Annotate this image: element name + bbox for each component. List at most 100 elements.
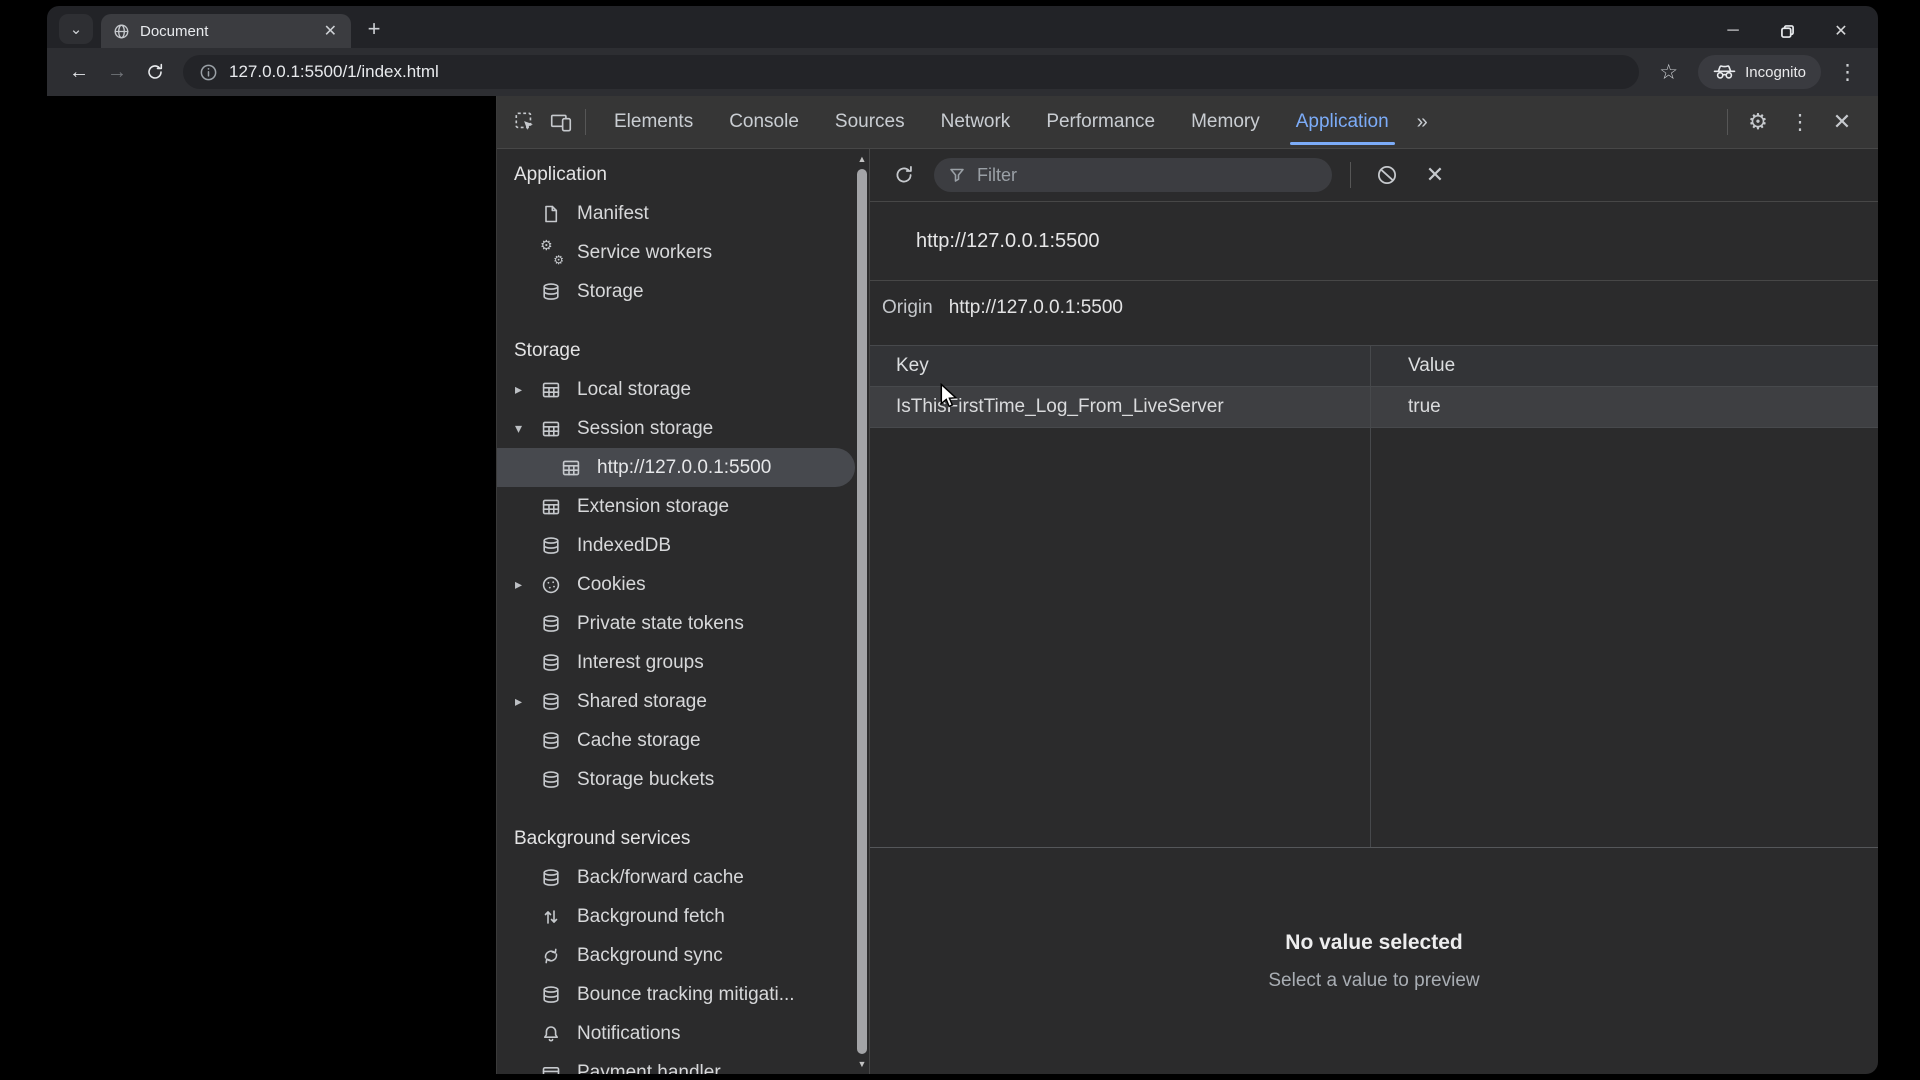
sidebar-item-indexeddb[interactable]: IndexedDB (497, 526, 869, 565)
clear-all-button[interactable] (1369, 157, 1405, 193)
restore-button[interactable] (1778, 22, 1796, 40)
scrollbar-thumb[interactable] (857, 169, 867, 1054)
tab-elements[interactable]: Elements (596, 96, 711, 148)
refresh-button[interactable] (886, 157, 922, 193)
inspect-element-button[interactable] (507, 104, 543, 140)
devtools-panel: Elements Console Sources Network Perform… (496, 96, 1878, 1074)
file-icon (539, 204, 563, 224)
tab-title: Document (140, 22, 209, 40)
browser-menu-button[interactable]: ⋮ (1831, 60, 1864, 85)
database-icon (539, 868, 563, 888)
more-tabs-button[interactable]: » (1407, 111, 1438, 134)
toolbar-separator (585, 109, 586, 135)
tab-search-button[interactable]: ⌄ (59, 14, 93, 44)
tab-console[interactable]: Console (711, 96, 817, 148)
table-row[interactable]: IsThisFirstTime_Log_From_LiveServer true (870, 387, 1878, 428)
scroll-down-arrow-icon[interactable]: ▼ (855, 1056, 869, 1072)
tab-application[interactable]: Application (1278, 96, 1407, 148)
application-sidebar: Application Manifest ⚙ ⚙ Service workers… (497, 149, 870, 1074)
browser-tab[interactable]: Document ✕ (101, 14, 351, 48)
tab-network[interactable]: Network (923, 96, 1029, 148)
new-tab-button[interactable]: + (359, 14, 389, 44)
bell-icon (539, 1024, 563, 1044)
address-bar[interactable]: 127.0.0.1:5500/1/index.html (183, 55, 1640, 89)
gears-icon: ⚙ ⚙ (540, 236, 564, 267)
sidebar-item-session-storage-origin[interactable]: http://127.0.0.1:5500 (497, 448, 855, 487)
card-icon (539, 1063, 563, 1074)
x-icon: ✕ (1425, 162, 1445, 187)
database-icon (539, 614, 563, 634)
delete-selected-button[interactable]: ✕ (1417, 157, 1453, 193)
sidebar-scrollbar[interactable]: ▲ ▼ (855, 149, 869, 1074)
preview-title: No value selected (1285, 930, 1463, 954)
close-window-button[interactable]: ✕ (1832, 22, 1850, 40)
device-toolbar-button[interactable] (543, 104, 579, 140)
sidebar-item-payment-handler[interactable]: Payment handler (497, 1053, 869, 1074)
sidebar-item-background-sync[interactable]: Background sync (497, 936, 869, 975)
tab-memory[interactable]: Memory (1173, 96, 1278, 148)
tab-sources[interactable]: Sources (817, 96, 923, 148)
database-icon (539, 692, 563, 712)
sidebar-item-session-storage[interactable]: ▾ Session storage (497, 409, 869, 448)
settings-button[interactable]: ⚙ (1740, 104, 1776, 140)
cookie-icon (539, 575, 563, 595)
three-dots-icon: ⋮ (1837, 60, 1858, 84)
sidebar-item-storage[interactable]: Storage (497, 272, 869, 311)
sidebar-item-extension-storage[interactable]: Extension storage (497, 487, 869, 526)
preview-subtitle: Select a value to preview (1268, 969, 1480, 991)
filter-input[interactable] (975, 163, 1317, 187)
expand-arrow-icon[interactable]: ▸ (515, 381, 539, 398)
scroll-up-arrow-icon[interactable]: ▲ (855, 151, 869, 167)
sidebar-item-local-storage[interactable]: ▸ Local storage (497, 370, 869, 409)
expand-arrow-icon[interactable]: ▸ (515, 576, 539, 593)
expand-arrow-icon[interactable]: ▸ (515, 693, 539, 710)
sidebar-item-background-fetch[interactable]: Background fetch (497, 897, 869, 936)
minimize-button[interactable]: ─ (1724, 22, 1742, 40)
screenshot-stage: ⌄ Document ✕ + ─ ✕ ← → 127.0.0.1:5500/1/… (0, 0, 1920, 1080)
sidebar-item-bounce-tracking-mitigations[interactable]: Bounce tracking mitigati... (497, 975, 869, 1014)
storage-origin-title: http://127.0.0.1:5500 (870, 202, 1878, 281)
database-icon (539, 731, 563, 751)
sidebar-item-manifest[interactable]: Manifest (497, 194, 869, 233)
tab-performance[interactable]: Performance (1028, 96, 1173, 148)
value-preview-pane: No value selected Select a value to prev… (870, 848, 1878, 1074)
table-icon (539, 497, 563, 517)
back-button[interactable]: ← (61, 54, 97, 90)
reload-button[interactable] (137, 54, 173, 90)
sidebar-item-interest-groups[interactable]: Interest groups (497, 643, 869, 682)
star-icon: ☆ (1659, 60, 1679, 84)
sidebar-item-notifications[interactable]: Notifications (497, 1014, 869, 1053)
page-content[interactable] (47, 96, 496, 1074)
bookmark-star-button[interactable]: ☆ (1649, 60, 1688, 85)
sidebar-item-cache-storage[interactable]: Cache storage (497, 721, 869, 760)
table-icon (539, 419, 563, 439)
forward-button[interactable]: → (99, 54, 135, 90)
sidebar-item-private-state-tokens[interactable]: Private state tokens (497, 604, 869, 643)
tab-close-icon[interactable]: ✕ (320, 21, 341, 41)
sidebar-item-service-workers[interactable]: ⚙ ⚙ Service workers (497, 233, 869, 272)
collapse-arrow-icon[interactable]: ▾ (515, 420, 539, 437)
column-divider[interactable] (1370, 346, 1371, 847)
origin-value: http://127.0.0.1:5500 (948, 297, 1123, 318)
url-text: 127.0.0.1:5500/1/index.html (229, 62, 439, 81)
sidebar-item-back-forward-cache[interactable]: Back/forward cache (497, 858, 869, 897)
sidebar-item-cookies[interactable]: ▸ Cookies (497, 565, 869, 604)
origin-row: Origin http://127.0.0.1:5500 (870, 281, 1878, 335)
column-header-key[interactable]: Key (870, 355, 1396, 377)
toolbar-separator (1350, 162, 1351, 188)
sidebar-item-storage-buckets[interactable]: Storage buckets (497, 760, 869, 799)
filter-box[interactable] (934, 158, 1332, 192)
up-down-arrows-icon (539, 907, 563, 927)
sidebar-item-shared-storage[interactable]: ▸ Shared storage (497, 682, 869, 721)
section-title-storage: Storage (514, 339, 581, 361)
globe-favicon-icon (113, 23, 130, 40)
incognito-label: Incognito (1745, 63, 1806, 81)
double-chevron-icon: » (1416, 110, 1428, 133)
chevron-down-icon: ⌄ (69, 21, 83, 38)
devtools-menu-button[interactable]: ⋮ (1782, 104, 1818, 140)
column-header-value[interactable]: Value (1396, 355, 1455, 377)
sync-icon (539, 946, 563, 966)
session-storage-table: Key Value IsThisFirstTime_Log_From_LiveS… (870, 345, 1878, 848)
site-info-icon[interactable] (199, 63, 218, 82)
devtools-close-button[interactable]: ✕ (1824, 104, 1860, 140)
